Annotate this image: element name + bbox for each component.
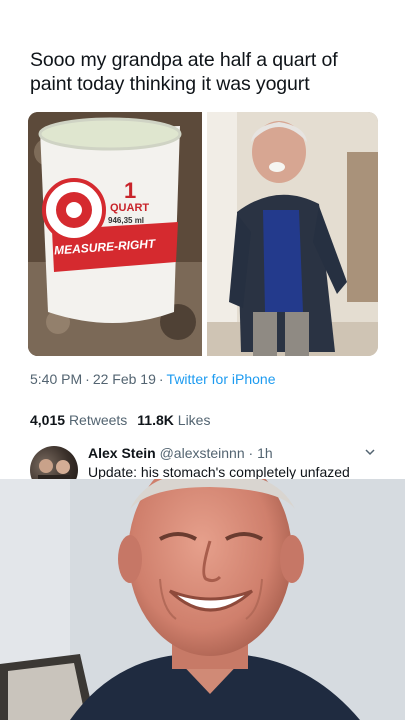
reply-header: Alex Stein @alexsteinnn · 1h [88, 445, 273, 461]
retweets-label: Retweets [68, 412, 128, 428]
retweets-stat[interactable]: 4,015 Retweets [30, 412, 127, 428]
tweet-source-link[interactable]: Twitter for iPhone [167, 371, 276, 387]
reaction-video-frame [0, 479, 405, 720]
likes-count: 11.8K [137, 412, 174, 428]
retweets-count: 4,015 [30, 412, 66, 428]
grandpa-photo-illustration [207, 112, 378, 356]
tweet-time: 5:40 PM [30, 371, 83, 387]
tweet-stats: 4,015 Retweets 11.8K Likes [30, 412, 210, 428]
tweet-date: 22 Feb 19 [92, 371, 156, 387]
likes-stat[interactable]: 11.8K Likes [137, 412, 210, 428]
tweet-card: Sooo my grandpa ate half a quart of pain… [28, 48, 378, 478]
tweet-meta: 5:40 PM · 22 Feb 19 · Twitter for iPhone [30, 371, 276, 387]
chevron-down-icon[interactable] [364, 445, 376, 457]
reply-text: Update: his stomach's completely unfazed [88, 464, 350, 479]
can-ml: 946,35 ml [108, 216, 145, 225]
likes-label: Likes [177, 412, 211, 428]
tweet-text: Sooo my grandpa ate half a quart of pain… [30, 49, 338, 95]
can-size: 1 [124, 178, 137, 203]
reply-age: 1h [257, 445, 273, 461]
reply-author-name[interactable]: Alex Stein [88, 445, 156, 461]
reply-author-handle[interactable]: @alexsteinnn [160, 445, 245, 461]
avatar[interactable] [30, 446, 78, 479]
can-unit: QUART [110, 202, 150, 214]
tweet-image-paint-can[interactable]: 1 QUART 946,35 ml MEASURE-RIGHT [28, 112, 202, 356]
paint-can-illustration [28, 112, 202, 356]
reply-tweet[interactable]: Alex Stein @alexsteinnn · 1h Update: his… [28, 437, 378, 479]
smiling-man-illustration [0, 479, 405, 720]
tweet-image-grandpa[interactable] [207, 112, 378, 356]
